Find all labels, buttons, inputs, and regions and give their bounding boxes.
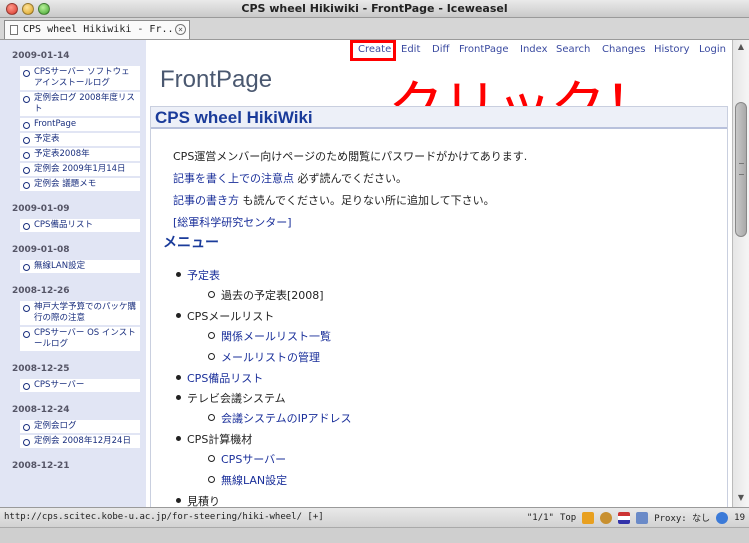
nav-search[interactable]: Search [556,44,590,55]
nav-diff[interactable]: Diff [432,44,449,55]
menu-item[interactable]: CPS備品リスト [175,370,263,386]
bottom-band [0,527,749,543]
notice-link[interactable]: 記事を書く上での注意点 [173,172,294,185]
proxy-status[interactable]: Proxy: なし [654,511,710,524]
intro-text: CPS運営メンバー向けページのため閲覧にパスワードがかけてあります. [173,150,528,163]
sidebar-link[interactable]: 定例会 議題メモ [20,178,140,191]
sidebar-date: 2008-12-25 [12,364,70,374]
nav-login[interactable]: Login [699,44,726,55]
sidebar-link[interactable]: 定例会 2009年1月14日 [20,163,140,176]
center-line: [総軍科学研究センター] [173,214,292,230]
howto-line: 記事の書き方 も読んでください。足りない所に追加して下さい。 [173,192,495,208]
menu-subitem[interactable]: メールリストの管理 [208,349,320,365]
cookie-icon[interactable] [600,511,613,524]
scroll-grip-icon [739,163,744,175]
browser-tab[interactable]: CPS wheel Hikiwiki - Fr... × [4,20,190,39]
create-highlight-box [350,40,396,61]
top-nav: Create Edit Diff FrontPage Index Search … [146,40,732,62]
scroll-thumb[interactable] [735,102,747,237]
sidebar-link[interactable]: 定例会ログ 2008年度リスト [20,92,140,116]
nav-history[interactable]: History [654,44,690,55]
tab-strip: CPS wheel Hikiwiki - Fr... × [0,18,749,40]
page-title: FrontPage [160,66,273,93]
wiki-heading-text: CPS wheel HikiWiki [155,108,313,127]
page-viewport: 2009-01-14 CPSサーバー ソフトウェアインストールログ 定例会ログ … [0,40,749,507]
status-bar: http://cps.scitec.kobe-u.ac.jp/for-steer… [0,507,749,527]
status-url: http://cps.scitec.kobe-u.ac.jp/for-steer… [4,512,324,522]
howto-rest: も読んでください。足りない所に追加して下さい。 [239,194,495,207]
notice-line: 記事を書く上での注意点 必ず読んでください。 [173,170,407,186]
sidebar-date: 2009-01-08 [12,245,70,255]
sidebar-link[interactable]: CPSサーバー ソフトウェアインストールログ [20,66,140,90]
sidebar-link[interactable]: 予定表 [20,133,140,146]
menu-heading: メニュー [163,235,219,251]
sidebar-link[interactable]: CPSサーバー OS インストールログ [20,327,140,351]
nav-edit[interactable]: Edit [401,44,420,55]
menu-item: テレビ会議システム [176,392,286,405]
sidebar-link[interactable]: FrontPage [20,118,140,131]
menu-subitem[interactable]: 関係メールリスト一覧 [208,328,331,344]
document-icon [10,25,18,35]
close-tab-icon[interactable]: × [175,24,186,35]
menu-subitem[interactable]: 過去の予定表[2008] [208,287,324,303]
sidebar-link[interactable]: 無線LAN設定 [20,260,140,273]
scroll-down-icon[interactable]: ▼ [736,493,746,503]
sidebar-link[interactable]: 定例会 2008年12月24日 [20,435,140,448]
menu-item: CPS計算機材 [175,433,253,446]
tab-label: CPS wheel Hikiwiki - Fr... [23,24,173,35]
twitter-icon[interactable] [716,511,729,524]
sidebar-recent-changes: 2009-01-14 CPSサーバー ソフトウェアインストールログ 定例会ログ … [0,40,146,507]
mail-icon[interactable] [636,511,649,524]
nav-changes[interactable]: Changes [602,44,646,55]
sidebar-link[interactable]: 神戸大学予算でのパッケ購行の際の注意 [20,301,140,325]
menu-item[interactable]: 予定表 [176,267,220,283]
scroll-position: Top [559,512,577,523]
menu-subitem[interactable]: 無線LAN設定 [207,472,287,488]
sidebar-date: 2008-12-26 [12,286,70,296]
nav-index[interactable]: Index [520,44,548,55]
sidebar-date: 2009-01-14 [12,51,70,61]
notification-count: 19 [734,512,745,523]
center-link[interactable]: [総軍科学研究センター] [173,216,292,229]
notice-rest: 必ず読んでください。 [294,172,407,185]
menu-item: 見積り [176,495,220,507]
menu-item: CPSメールリスト [175,310,275,323]
addon-icon[interactable] [582,511,595,524]
status-right: "1/1" Top Proxy: なし 19 [527,511,745,524]
sidebar-link[interactable]: CPSサーバー [20,379,140,392]
sidebar-link[interactable]: CPS備品リスト [20,219,140,232]
flag-icon[interactable] [618,511,631,524]
content-panel: CPS wheel HikiWiki CPS運営メンバー向けページのため閲覧にパ… [150,106,728,507]
sidebar-link[interactable]: 予定表2008年 [20,148,140,161]
menu-subitem[interactable]: CPSサーバー [207,451,286,467]
sidebar-link[interactable]: 定例会ログ [20,420,140,433]
window-titlebar: CPS wheel Hikiwiki - FrontPage - Iceweas… [0,0,749,18]
window-title: CPS wheel Hikiwiki - FrontPage - Iceweas… [241,2,508,15]
page-count: "1/1" [526,512,554,523]
sidebar-date: 2008-12-21 [12,461,70,471]
wiki-heading: CPS wheel HikiWiki [151,107,727,129]
sidebar-date: 2008-12-24 [12,405,70,415]
sidebar-date: 2009-01-09 [12,204,70,214]
main-content: Create Edit Diff FrontPage Index Search … [146,40,732,507]
vertical-scrollbar[interactable]: ▲ ▼ [732,40,749,507]
menu-subitem[interactable]: 会議システムのIPアドレス [208,410,352,426]
howto-link[interactable]: 記事の書き方 [173,194,239,207]
nav-frontpage[interactable]: FrontPage [459,44,509,55]
scroll-up-icon[interactable]: ▲ [736,42,746,52]
